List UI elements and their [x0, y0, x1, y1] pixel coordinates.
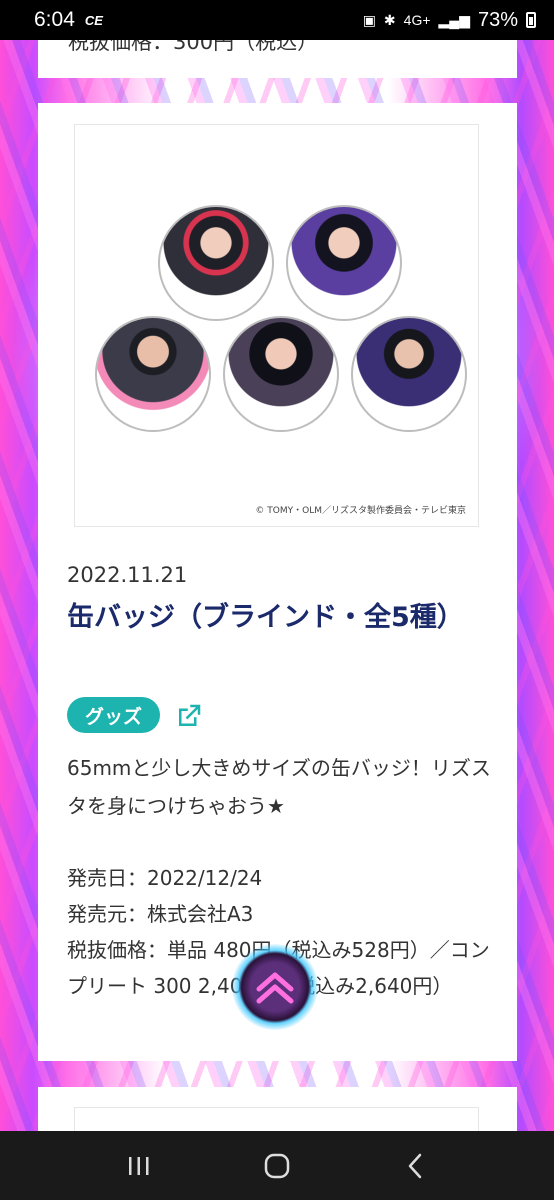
- product-description: 65mmと少し大きめサイズの缶バッジ！リズスタを身につけちゃおう★: [67, 756, 491, 818]
- status-bar: 6:04 CE ▣ ✱ 4G+ ▂▄▆ 73%: [0, 0, 554, 40]
- badge-image-5: [351, 316, 467, 432]
- category-tag-button[interactable]: グッズ: [67, 697, 161, 733]
- battery-icon: [526, 12, 536, 28]
- badge-image-4: [223, 316, 339, 432]
- bluetooth-icon: ✱: [383, 11, 396, 28]
- back-icon: [408, 1153, 422, 1178]
- product-title: 缶バッジ（ブラインド・全5種）: [67, 602, 464, 633]
- network-type: 4G+: [403, 12, 431, 28]
- previous-product-card: 税抜価格：300円（税込）: [38, 40, 517, 78]
- battery-percent: 73%: [477, 8, 518, 31]
- sim-icon: ▣: [362, 11, 376, 28]
- home-button[interactable]: [247, 1141, 307, 1191]
- image-copyright: © TOMY・OLM／リズスタ製作委員会・テレビ東京: [255, 506, 466, 516]
- back-button[interactable]: [385, 1141, 445, 1191]
- home-icon: [264, 1153, 290, 1178]
- product-card: © TOMY・OLM／リズスタ製作委員会・テレビ東京 2022.11.21 缶バ…: [38, 103, 517, 1061]
- previous-product-price: 税抜価格：300円（税込）: [68, 40, 319, 54]
- carrier-icon: CE: [84, 12, 103, 28]
- product-image[interactable]: © TOMY・OLM／リズスタ製作委員会・テレビ東京: [74, 124, 479, 527]
- post-date: 2022.11.21: [67, 563, 188, 587]
- badge-image-2: [286, 205, 402, 321]
- status-time: 6:04: [34, 8, 75, 31]
- recents-button[interactable]: [109, 1141, 169, 1191]
- status-icons: ▣ ✱ 4G+ ▂▄▆ 73%: [363, 9, 536, 32]
- signal-icon: ▂▄▆: [438, 11, 470, 28]
- badge-image-3: [95, 316, 211, 432]
- recents-icon: [129, 1156, 149, 1175]
- system-navigation-bar: [0, 1131, 554, 1200]
- badge-image-1: [158, 205, 274, 321]
- chevron-double-up-icon: [256, 972, 294, 1004]
- external-link-icon[interactable]: [174, 701, 204, 731]
- scroll-to-top-button[interactable]: [232, 944, 318, 1030]
- publisher: 発売元：株式会社A3: [67, 902, 254, 926]
- release-date: 発売日：2022/12/24: [67, 866, 263, 890]
